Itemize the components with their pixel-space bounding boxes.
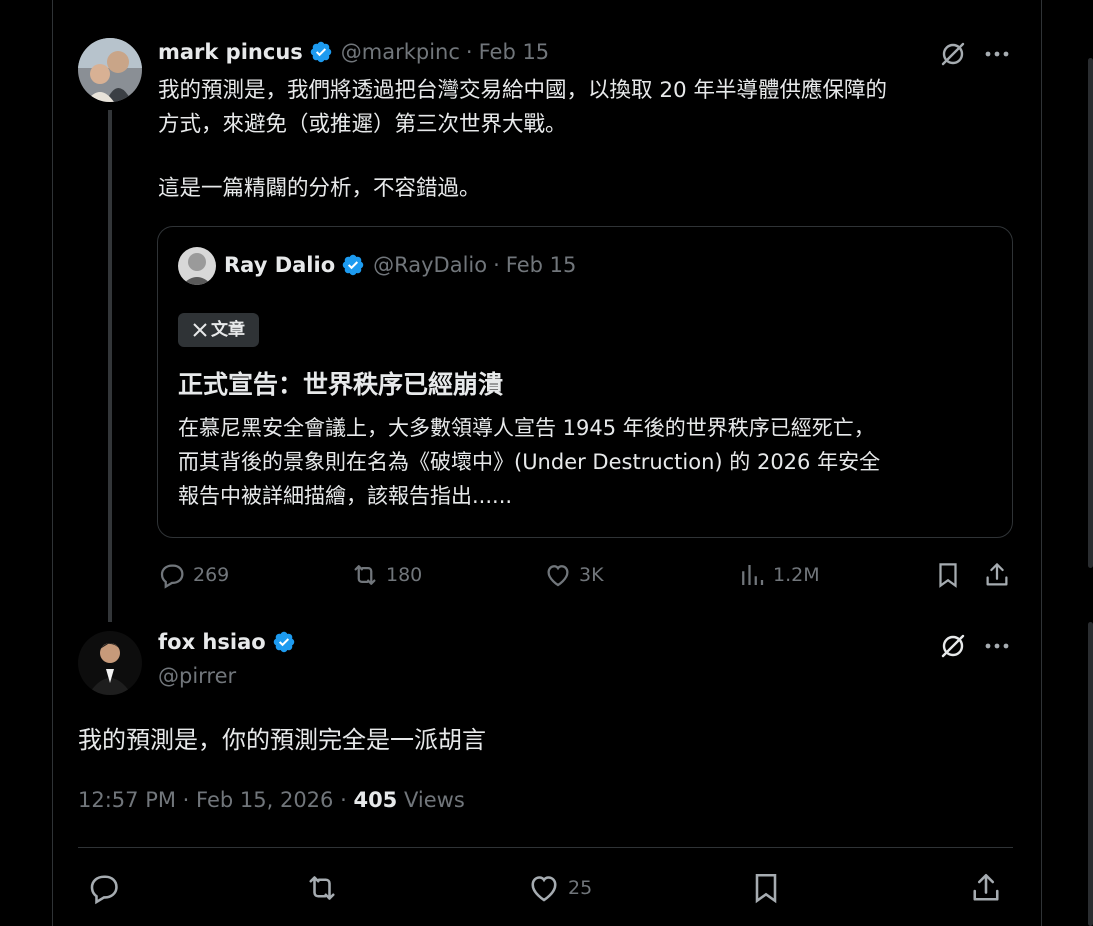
thread-connector-line — [108, 110, 112, 622]
grok-icon[interactable] — [939, 632, 967, 664]
quote-author-handle: @RayDalio — [373, 253, 488, 277]
scrollbar-track-lower[interactable] — [1088, 622, 1093, 926]
reply-time[interactable]: 12:57 PM — [78, 788, 176, 812]
reply-icon — [160, 564, 184, 589]
bookmark-button[interactable] — [748, 870, 790, 906]
separator-dot: · — [493, 253, 500, 277]
like-count: 25 — [568, 877, 593, 899]
reply-author-name[interactable]: fox hsiao — [158, 630, 266, 654]
bookmark-button[interactable] — [933, 560, 969, 590]
repost-button[interactable] — [304, 870, 346, 906]
article-snippet: 在慕尼黑安全會議上，大多數領導人宣告 1945 年後的世界秩序已經死亡， 而其背… — [178, 411, 998, 513]
share-icon — [986, 563, 1008, 586]
verified-badge-icon — [310, 41, 332, 63]
reply-author-handle[interactable]: @pirrer — [158, 664, 236, 688]
like-count: 3K — [579, 564, 604, 586]
reply-count: 269 — [193, 564, 230, 586]
reply-tweet-text: 我的預測是，你的預測完全是一派胡言 — [78, 726, 486, 754]
quoted-article-card[interactable]: Ray Dalio @RayDalio · Feb 15 文章 正式宣告：世界秩… — [157, 226, 1013, 538]
reply-date[interactable]: Feb 15, 2026 — [196, 788, 333, 812]
reply-meta: 12:57 PM · Feb 15, 2026 · 405 Views — [78, 788, 465, 812]
tweet-text-line: 方式，來避免（或推遲）第三次世界大戰。 — [158, 112, 567, 137]
article-badge: 文章 — [178, 313, 259, 347]
like-button[interactable]: 25 — [526, 870, 592, 906]
tweet-text-line: 我的預測是，我們將透過把台灣交易給中國，以換取 20 年半導體供應保障的 — [158, 78, 888, 103]
reply-button[interactable] — [86, 870, 128, 906]
more-options-icon[interactable] — [984, 636, 1010, 660]
share-button[interactable] — [968, 870, 1010, 906]
avatar-mark-pincus[interactable] — [78, 38, 142, 102]
heart-icon — [547, 565, 569, 587]
snippet-line: 在慕尼黑安全會議上，大多數領導人宣告 1945 年後的世界秩序已經死亡， — [178, 416, 875, 440]
scrollbar-track-upper[interactable] — [1088, 58, 1093, 568]
views-button[interactable]: 1.2M — [737, 560, 820, 590]
reply-button[interactable]: 269 — [157, 560, 229, 590]
x-logo-icon — [193, 323, 207, 337]
tweet-text-line: 這是一篇精闢的分析，不容錯過。 — [158, 176, 481, 201]
quote-date: Feb 15 — [505, 253, 577, 277]
repost-button[interactable]: 180 — [350, 560, 422, 590]
reply-views-count: 405 — [353, 788, 398, 812]
repost-icon — [309, 876, 335, 900]
avatar-ray-dalio — [178, 247, 216, 285]
reply-header: fox hsiao — [158, 630, 304, 654]
author-name[interactable]: mark pincus — [158, 40, 303, 64]
article-title: 正式宣告：世界秩序已經崩潰 — [178, 370, 504, 399]
divider — [78, 847, 1013, 848]
quote-author-name: Ray Dalio — [224, 253, 336, 277]
more-options-icon[interactable] — [984, 44, 1010, 68]
bookmark-icon — [755, 873, 777, 904]
author-handle[interactable]: @markpinc — [341, 40, 460, 64]
like-button[interactable]: 3K — [543, 560, 604, 590]
separator-dot: · — [340, 788, 354, 812]
share-button[interactable] — [982, 560, 1018, 590]
repost-count: 180 — [386, 564, 423, 586]
tweet-date[interactable]: Feb 15 — [479, 40, 550, 64]
repost-icon — [354, 565, 376, 585]
separator-dot: · — [182, 788, 197, 812]
grok-icon[interactable] — [939, 40, 967, 72]
reply-icon — [90, 875, 118, 905]
separator-dot: · — [465, 40, 473, 64]
reply-views-label: Views — [403, 788, 465, 812]
view-count: 1.2M — [773, 564, 820, 586]
analytics-icon — [742, 565, 764, 585]
bookmark-icon — [939, 563, 957, 588]
snippet-line: 而其背後的景象則在名為《破壞中》(Under Destruction) 的 20… — [178, 450, 881, 474]
verified-badge-icon — [342, 254, 364, 276]
snippet-line: 報告中被詳細描繪，該報告指出...... — [178, 484, 513, 508]
avatar-fox-hsiao[interactable] — [78, 631, 142, 695]
parent-action-bar: 269 180 3K 1.2M — [157, 560, 1017, 592]
quote-header: Ray Dalio @RayDalio · Feb 15 — [224, 253, 576, 277]
verified-badge-icon — [273, 631, 294, 653]
reply-action-bar: 25 — [78, 868, 1013, 908]
heart-icon — [531, 876, 557, 902]
article-badge-label: 文章 — [211, 320, 245, 340]
share-icon — [973, 873, 999, 901]
parent-tweet-text: 我的預測是，我們將透過把台灣交易給中國，以換取 20 年半導體供應保障的 方式，… — [158, 74, 1008, 206]
parent-tweet-header: mark pincus @markpinc · Feb 15 — [158, 40, 549, 64]
